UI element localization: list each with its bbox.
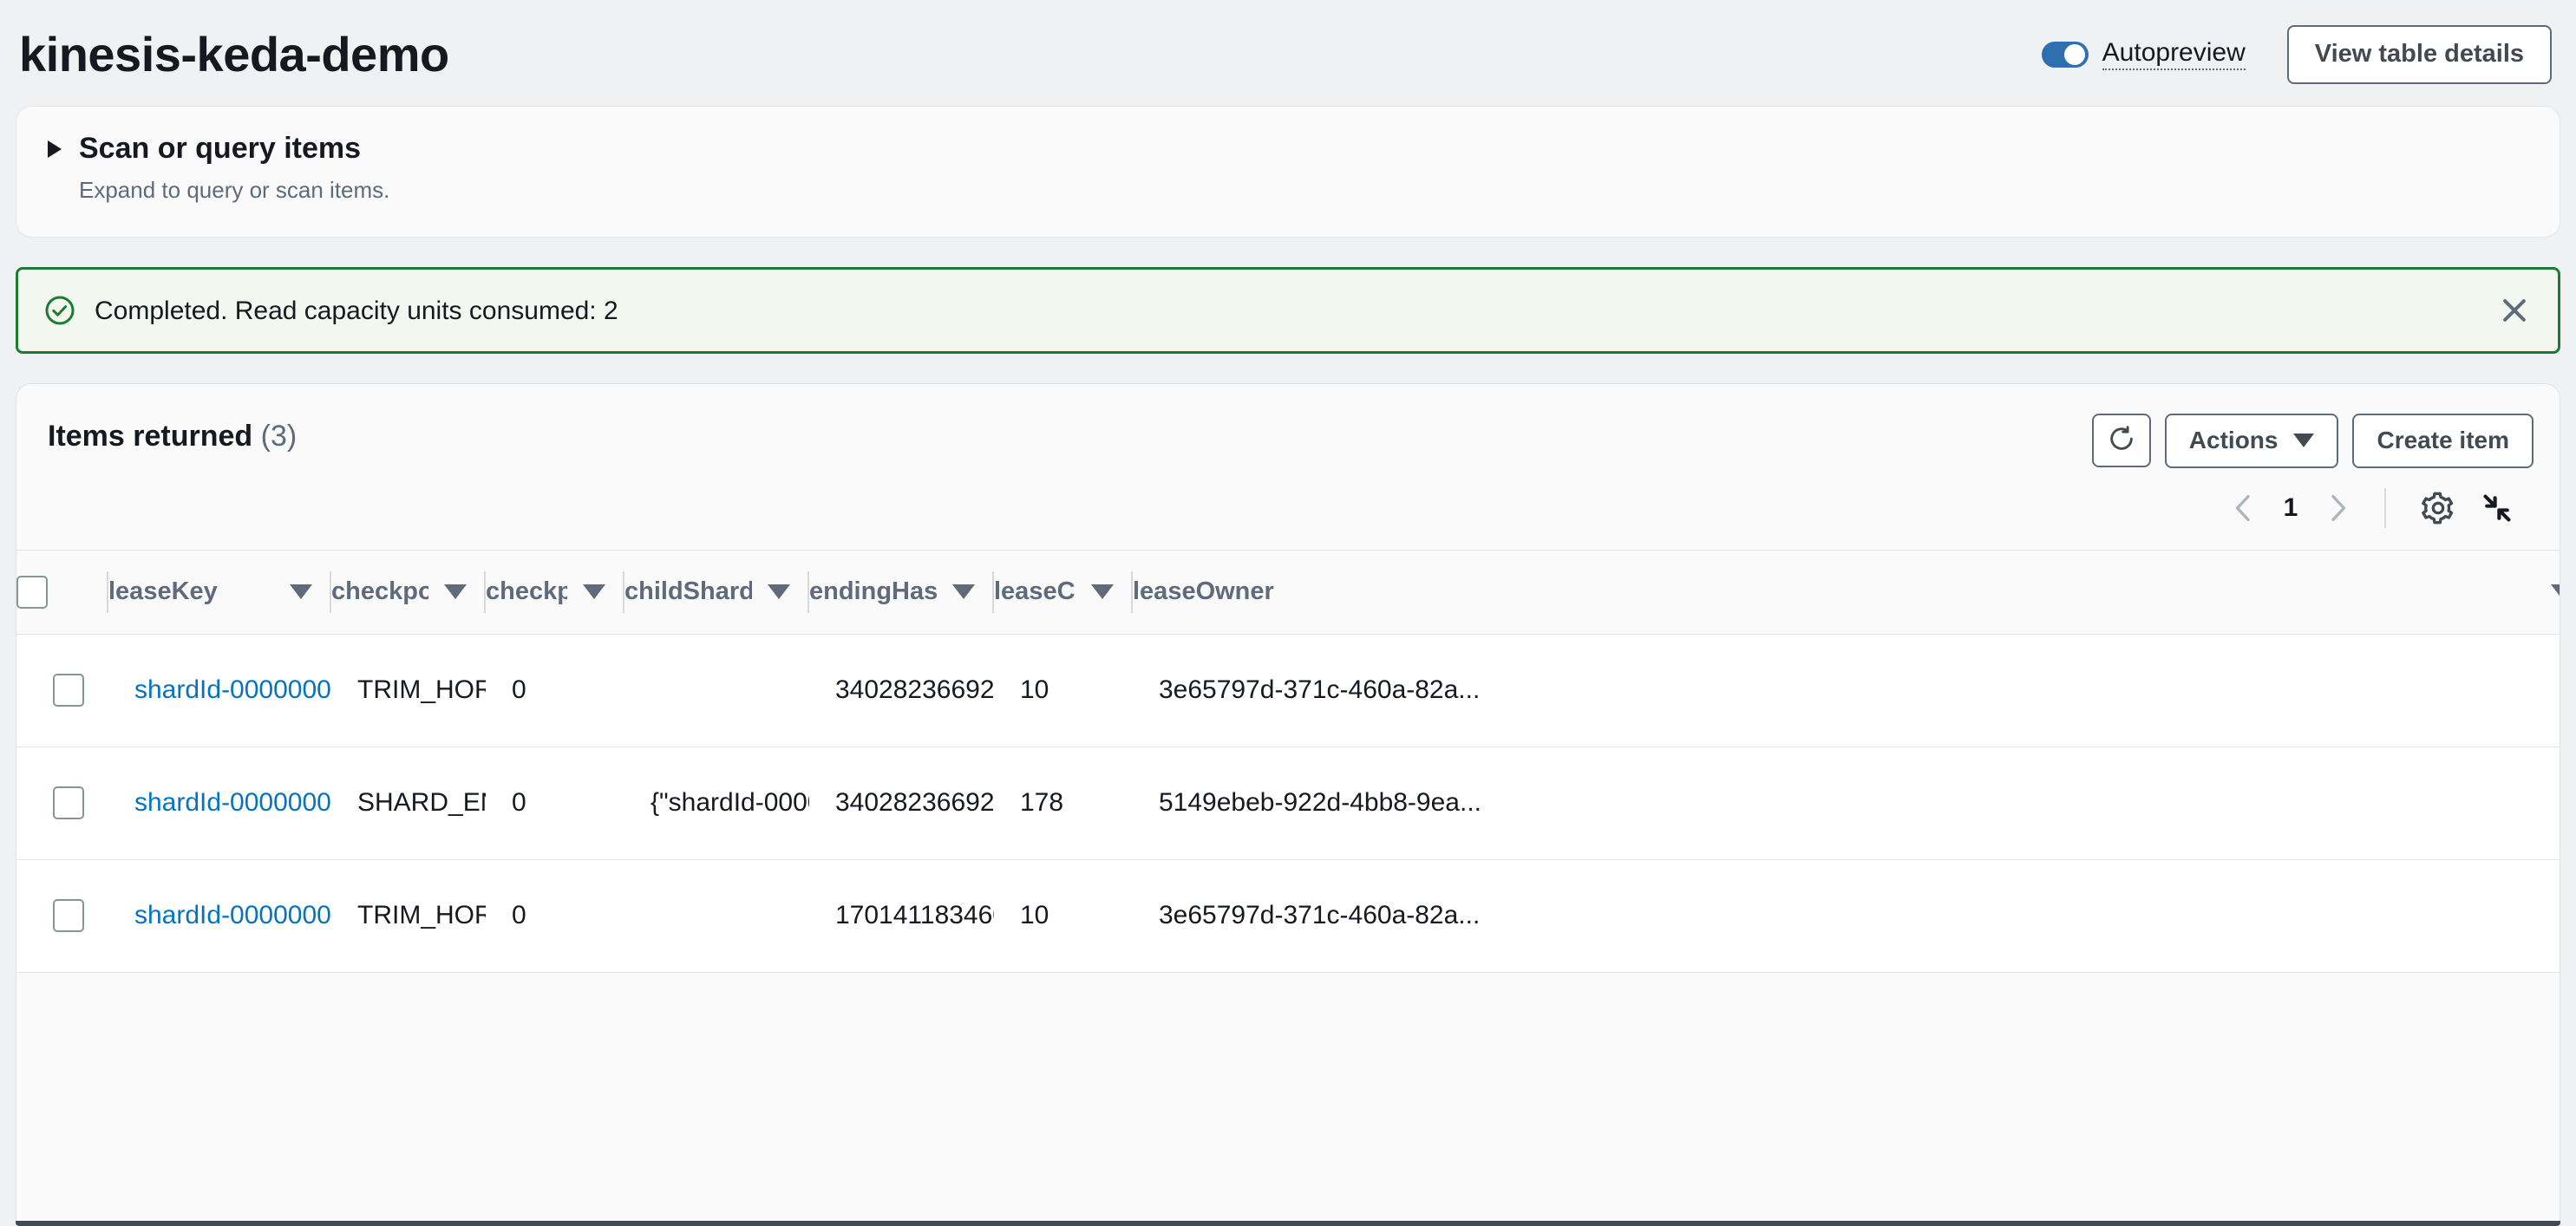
table-pagination: 1 <box>16 468 2560 550</box>
row-checkbox[interactable] <box>53 674 84 708</box>
sort-icon[interactable] <box>1091 584 1114 600</box>
row-select-cell <box>16 747 108 859</box>
success-alert: Completed. Read capacity units consumed:… <box>16 267 2560 354</box>
select-all-checkbox[interactable] <box>16 575 48 609</box>
table-row[interactable]: shardId-000000000000 SHARD_END 0 {"shard… <box>16 747 2560 860</box>
column-header-leasekey[interactable]: leaseKey <box>108 550 331 634</box>
cell-checkpoint: SHARD_END <box>357 788 486 818</box>
items-returned-heading: Items returned (3) <box>48 414 297 453</box>
cell-childshardids <box>624 859 809 972</box>
autopreview-label[interactable]: Autopreview <box>2102 38 2246 71</box>
items-table-body: shardId-000000000002 TRIM_HORIZ... 0 340… <box>16 634 2560 973</box>
cell-childshardids: {"shardId-00000... <box>651 788 809 818</box>
leasekey-link[interactable]: shardId-000000000001 <box>134 901 331 929</box>
cell-leasekey: shardId-000000000002 <box>108 634 331 747</box>
actions-label: Actions <box>2188 427 2279 453</box>
cell-checkpoint: TRIM_HORIZ... <box>357 901 486 930</box>
autopreview-toggle[interactable]: Autopreview <box>2041 38 2246 71</box>
cell-childshardids <box>624 634 809 747</box>
row-select-cell <box>16 859 108 972</box>
toggle-knob <box>2063 43 2085 65</box>
chevron-down-icon <box>2293 434 2315 448</box>
items-panel-header: Items returned (3) Actions Create item <box>16 384 2560 468</box>
refresh-icon <box>2107 424 2136 458</box>
items-table: leaseKey checkpoint <box>16 550 2560 973</box>
sort-icon[interactable] <box>952 584 975 600</box>
cell-leasekey: shardId-000000000001 <box>108 859 331 972</box>
sort-icon[interactable] <box>2551 584 2560 600</box>
view-table-details-button[interactable]: View table details <box>2286 25 2552 84</box>
cell-leasekey: shardId-000000000000 <box>108 747 331 859</box>
column-label: checkpoint <box>331 577 428 606</box>
table-row[interactable]: shardId-000000000001 TRIM_HORIZ... 0 170… <box>16 859 2560 973</box>
page-title: kinesis-keda-demo <box>19 27 449 82</box>
chevron-right-icon[interactable] <box>48 140 62 158</box>
items-panel-actions: Actions Create item <box>2091 414 2534 468</box>
column-header-endinghashkey[interactable]: endingHashKey <box>809 550 994 634</box>
dynamodb-explore-items-page: kinesis-keda-demo Autopreview View table… <box>0 0 2576 1226</box>
leasekey-link[interactable]: shardId-000000000002 <box>134 675 331 704</box>
header-controls: Autopreview View table details <box>2041 25 2552 84</box>
column-header-checkpoint[interactable]: checkpoint <box>331 550 486 634</box>
items-table-header: leaseKey checkpoint <box>16 550 2560 635</box>
column-label: checkp... <box>486 577 567 606</box>
cell-leaseowner: 3e65797d-371c-460a-82a... <box>1159 901 1481 930</box>
cell-leasecounter: 178 <box>1020 788 1064 818</box>
cell-checkpoint-truncated: 0 <box>512 901 526 930</box>
pagination-divider <box>2384 487 2386 528</box>
check-circle-icon <box>44 295 75 326</box>
items-returned-label: Items returned <box>48 420 253 453</box>
cell-checkpoint-truncated: 0 <box>512 788 526 818</box>
scan-panel-title: Scan or query items <box>79 132 362 165</box>
column-label: leaseKey <box>108 577 218 606</box>
row-checkbox[interactable] <box>53 786 84 820</box>
column-header-checkpoint-truncated[interactable]: checkp... <box>486 550 624 634</box>
cell-endinghashkey: 340282366920... <box>835 788 994 818</box>
row-select-cell <box>16 634 108 747</box>
actions-dropdown-button[interactable]: Actions <box>2164 414 2339 468</box>
header-row: leaseKey checkpoint <box>16 550 2560 635</box>
scan-or-query-panel[interactable]: Scan or query items Expand to query or s… <box>16 106 2560 238</box>
cell-checkpoint: TRIM_HORIZ... <box>357 675 486 705</box>
column-header-leasecounter[interactable]: leaseC... <box>994 550 1133 634</box>
column-header-childshardids[interactable]: childShardIds <box>624 550 809 634</box>
gear-icon[interactable] <box>2412 484 2464 532</box>
column-label: leaseOwner <box>1133 577 1274 606</box>
page-header: kinesis-keda-demo Autopreview View table… <box>0 0 2576 106</box>
sort-icon[interactable] <box>444 584 467 600</box>
panel-bottom-edge <box>16 1221 2560 1226</box>
previous-page-button[interactable] <box>2220 484 2268 532</box>
next-page-button[interactable] <box>2313 484 2362 532</box>
create-item-button[interactable]: Create item <box>2352 414 2534 468</box>
toggle-switch-on[interactable] <box>2041 41 2089 68</box>
cell-leasecounter: 10 <box>1020 675 1049 705</box>
cell-leaseowner: 5149ebeb-922d-4bb8-9ea... <box>1159 788 1481 818</box>
cell-endinghashkey: 170141183460... <box>835 901 994 930</box>
scan-panel-header[interactable]: Scan or query items <box>48 132 2528 165</box>
column-label: endingHashKey <box>809 577 937 606</box>
close-icon[interactable] <box>2495 291 2534 329</box>
sort-icon[interactable] <box>583 584 605 600</box>
items-returned-panel: Items returned (3) Actions Create item 1… <box>16 383 2560 1226</box>
collapse-icon[interactable] <box>2471 484 2523 532</box>
refresh-button[interactable] <box>2091 414 2151 468</box>
row-checkbox[interactable] <box>53 899 84 933</box>
column-label: leaseC... <box>994 577 1076 606</box>
sort-icon[interactable] <box>290 584 312 600</box>
column-label: childShardIds <box>624 577 752 606</box>
cell-leasecounter: 10 <box>1020 901 1049 930</box>
cell-leaseowner: 3e65797d-371c-460a-82a... <box>1159 675 1481 705</box>
scan-panel-subtitle: Expand to query or scan items. <box>79 177 390 204</box>
items-returned-count: (3) <box>260 420 297 453</box>
page-number[interactable]: 1 <box>2268 493 2313 523</box>
alert-message: Completed. Read capacity units consumed:… <box>95 296 618 325</box>
cell-endinghashkey: 340282366920... <box>835 675 994 705</box>
table-row[interactable]: shardId-000000000002 TRIM_HORIZ... 0 340… <box>16 634 2560 747</box>
cell-checkpoint-truncated: 0 <box>512 675 526 705</box>
column-header-leaseowner[interactable]: leaseOwner <box>1133 550 2560 634</box>
select-all-header <box>16 550 108 634</box>
sort-icon[interactable] <box>768 584 790 600</box>
leasekey-link[interactable]: shardId-000000000000 <box>134 788 331 817</box>
